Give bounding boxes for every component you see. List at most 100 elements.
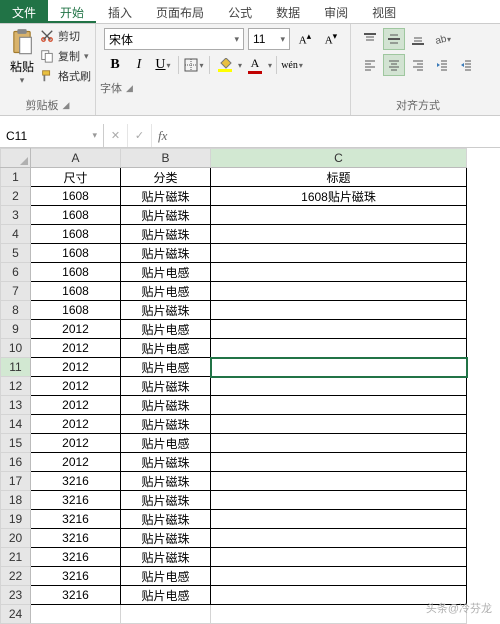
row-header[interactable]: 16 bbox=[1, 453, 31, 472]
row-header[interactable]: 17 bbox=[1, 472, 31, 491]
cell[interactable]: 2012 bbox=[31, 358, 121, 377]
cell[interactable]: 1608 bbox=[31, 225, 121, 244]
font-color-button[interactable]: A bbox=[244, 54, 266, 76]
cell[interactable]: 3216 bbox=[31, 548, 121, 567]
cell[interactable]: 贴片磁珠 bbox=[121, 244, 211, 263]
font-size-selector[interactable]: 11 ▾ bbox=[248, 28, 290, 50]
tab-view[interactable]: 视图 bbox=[360, 0, 408, 23]
col-header-B[interactable]: B bbox=[121, 149, 211, 168]
bold-button[interactable]: B bbox=[104, 54, 126, 76]
cell[interactable]: 2012 bbox=[31, 339, 121, 358]
name-box[interactable]: C11 ▾ bbox=[0, 124, 104, 147]
cell[interactable]: 1608贴片磁珠 bbox=[211, 187, 467, 206]
row-header[interactable]: 1 bbox=[1, 168, 31, 187]
row-header[interactable]: 10 bbox=[1, 339, 31, 358]
cell[interactable] bbox=[211, 491, 467, 510]
align-right-button[interactable] bbox=[407, 54, 429, 76]
row-header[interactable]: 3 bbox=[1, 206, 31, 225]
cell[interactable]: 贴片电感 bbox=[121, 586, 211, 605]
cut-button[interactable]: 剪切 bbox=[40, 28, 91, 44]
decrease-indent-button[interactable] bbox=[431, 54, 453, 76]
row-header[interactable]: 24 bbox=[1, 605, 31, 624]
select-all-corner[interactable] bbox=[1, 149, 31, 168]
row-header[interactable]: 15 bbox=[1, 434, 31, 453]
phonetic-button[interactable]: wén▾ bbox=[281, 54, 303, 76]
cell[interactable]: 贴片磁珠 bbox=[121, 396, 211, 415]
cell[interactable]: 3216 bbox=[31, 567, 121, 586]
cell[interactable]: 标题 bbox=[211, 168, 467, 187]
cell[interactable]: 贴片磁珠 bbox=[121, 472, 211, 491]
align-top-button[interactable] bbox=[359, 28, 381, 50]
cell[interactable] bbox=[31, 605, 121, 624]
cell[interactable]: 3216 bbox=[31, 491, 121, 510]
align-bottom-button[interactable] bbox=[407, 28, 429, 50]
cell[interactable] bbox=[211, 358, 467, 377]
cell[interactable]: 贴片磁珠 bbox=[121, 225, 211, 244]
fill-color-button[interactable] bbox=[214, 54, 236, 76]
col-header-C[interactable]: C bbox=[211, 149, 467, 168]
cancel-formula-button[interactable]: ✕ bbox=[104, 124, 128, 147]
cell[interactable]: 贴片磁珠 bbox=[121, 415, 211, 434]
cell[interactable]: 贴片磁珠 bbox=[121, 453, 211, 472]
align-left-button[interactable] bbox=[359, 54, 381, 76]
border-button[interactable]: ▾ bbox=[183, 54, 205, 76]
row-header[interactable]: 22 bbox=[1, 567, 31, 586]
copy-button[interactable]: 复制 ▾ bbox=[40, 48, 91, 64]
cell[interactable] bbox=[121, 605, 211, 624]
cell[interactable]: 贴片磁珠 bbox=[121, 187, 211, 206]
cell[interactable] bbox=[211, 567, 467, 586]
cell[interactable] bbox=[211, 301, 467, 320]
fx-icon[interactable]: fx bbox=[152, 128, 173, 144]
row-header[interactable]: 12 bbox=[1, 377, 31, 396]
cell[interactable] bbox=[211, 548, 467, 567]
cell[interactable] bbox=[211, 510, 467, 529]
tab-data[interactable]: 数据 bbox=[264, 0, 312, 23]
cell[interactable] bbox=[211, 396, 467, 415]
chevron-down-icon[interactable]: ▾ bbox=[238, 61, 242, 70]
cell[interactable]: 贴片电感 bbox=[121, 339, 211, 358]
cell[interactable]: 2012 bbox=[31, 320, 121, 339]
cell[interactable] bbox=[211, 282, 467, 301]
cell[interactable]: 贴片电感 bbox=[121, 358, 211, 377]
row-header[interactable]: 20 bbox=[1, 529, 31, 548]
increase-indent-button[interactable] bbox=[455, 54, 477, 76]
row-header[interactable]: 21 bbox=[1, 548, 31, 567]
tab-formulas[interactable]: 公式 bbox=[216, 0, 264, 23]
row-header[interactable]: 9 bbox=[1, 320, 31, 339]
cell[interactable] bbox=[211, 339, 467, 358]
tab-file[interactable]: 文件 bbox=[0, 0, 48, 23]
cell[interactable] bbox=[211, 529, 467, 548]
increase-font-button[interactable]: A▴ bbox=[294, 28, 316, 50]
cell[interactable]: 贴片电感 bbox=[121, 263, 211, 282]
col-header-A[interactable]: A bbox=[31, 149, 121, 168]
cell[interactable]: 3216 bbox=[31, 529, 121, 548]
align-middle-button[interactable] bbox=[383, 28, 405, 50]
cell[interactable]: 贴片电感 bbox=[121, 320, 211, 339]
dialog-launcher-icon[interactable]: ◢ bbox=[63, 100, 70, 111]
cell[interactable]: 贴片磁珠 bbox=[121, 491, 211, 510]
cell[interactable]: 贴片磁珠 bbox=[121, 206, 211, 225]
dialog-launcher-icon[interactable]: ◢ bbox=[126, 83, 133, 94]
row-header[interactable]: 8 bbox=[1, 301, 31, 320]
cell[interactable]: 2012 bbox=[31, 415, 121, 434]
cell[interactable]: 贴片电感 bbox=[121, 567, 211, 586]
cell[interactable]: 3216 bbox=[31, 510, 121, 529]
row-header[interactable]: 23 bbox=[1, 586, 31, 605]
align-center-button[interactable] bbox=[383, 54, 405, 76]
cell[interactable]: 2012 bbox=[31, 434, 121, 453]
row-header[interactable]: 13 bbox=[1, 396, 31, 415]
row-header[interactable]: 14 bbox=[1, 415, 31, 434]
cell[interactable]: 贴片磁珠 bbox=[121, 377, 211, 396]
row-header[interactable]: 4 bbox=[1, 225, 31, 244]
cell[interactable] bbox=[211, 472, 467, 491]
cell[interactable]: 3216 bbox=[31, 586, 121, 605]
cell[interactable] bbox=[211, 244, 467, 263]
row-header[interactable]: 7 bbox=[1, 282, 31, 301]
cell[interactable] bbox=[211, 434, 467, 453]
row-header[interactable]: 2 bbox=[1, 187, 31, 206]
tab-home[interactable]: 开始 bbox=[48, 0, 96, 23]
orientation-button[interactable]: ab▾ bbox=[431, 28, 453, 50]
row-header[interactable]: 6 bbox=[1, 263, 31, 282]
row-header[interactable]: 18 bbox=[1, 491, 31, 510]
cell[interactable]: 贴片电感 bbox=[121, 434, 211, 453]
